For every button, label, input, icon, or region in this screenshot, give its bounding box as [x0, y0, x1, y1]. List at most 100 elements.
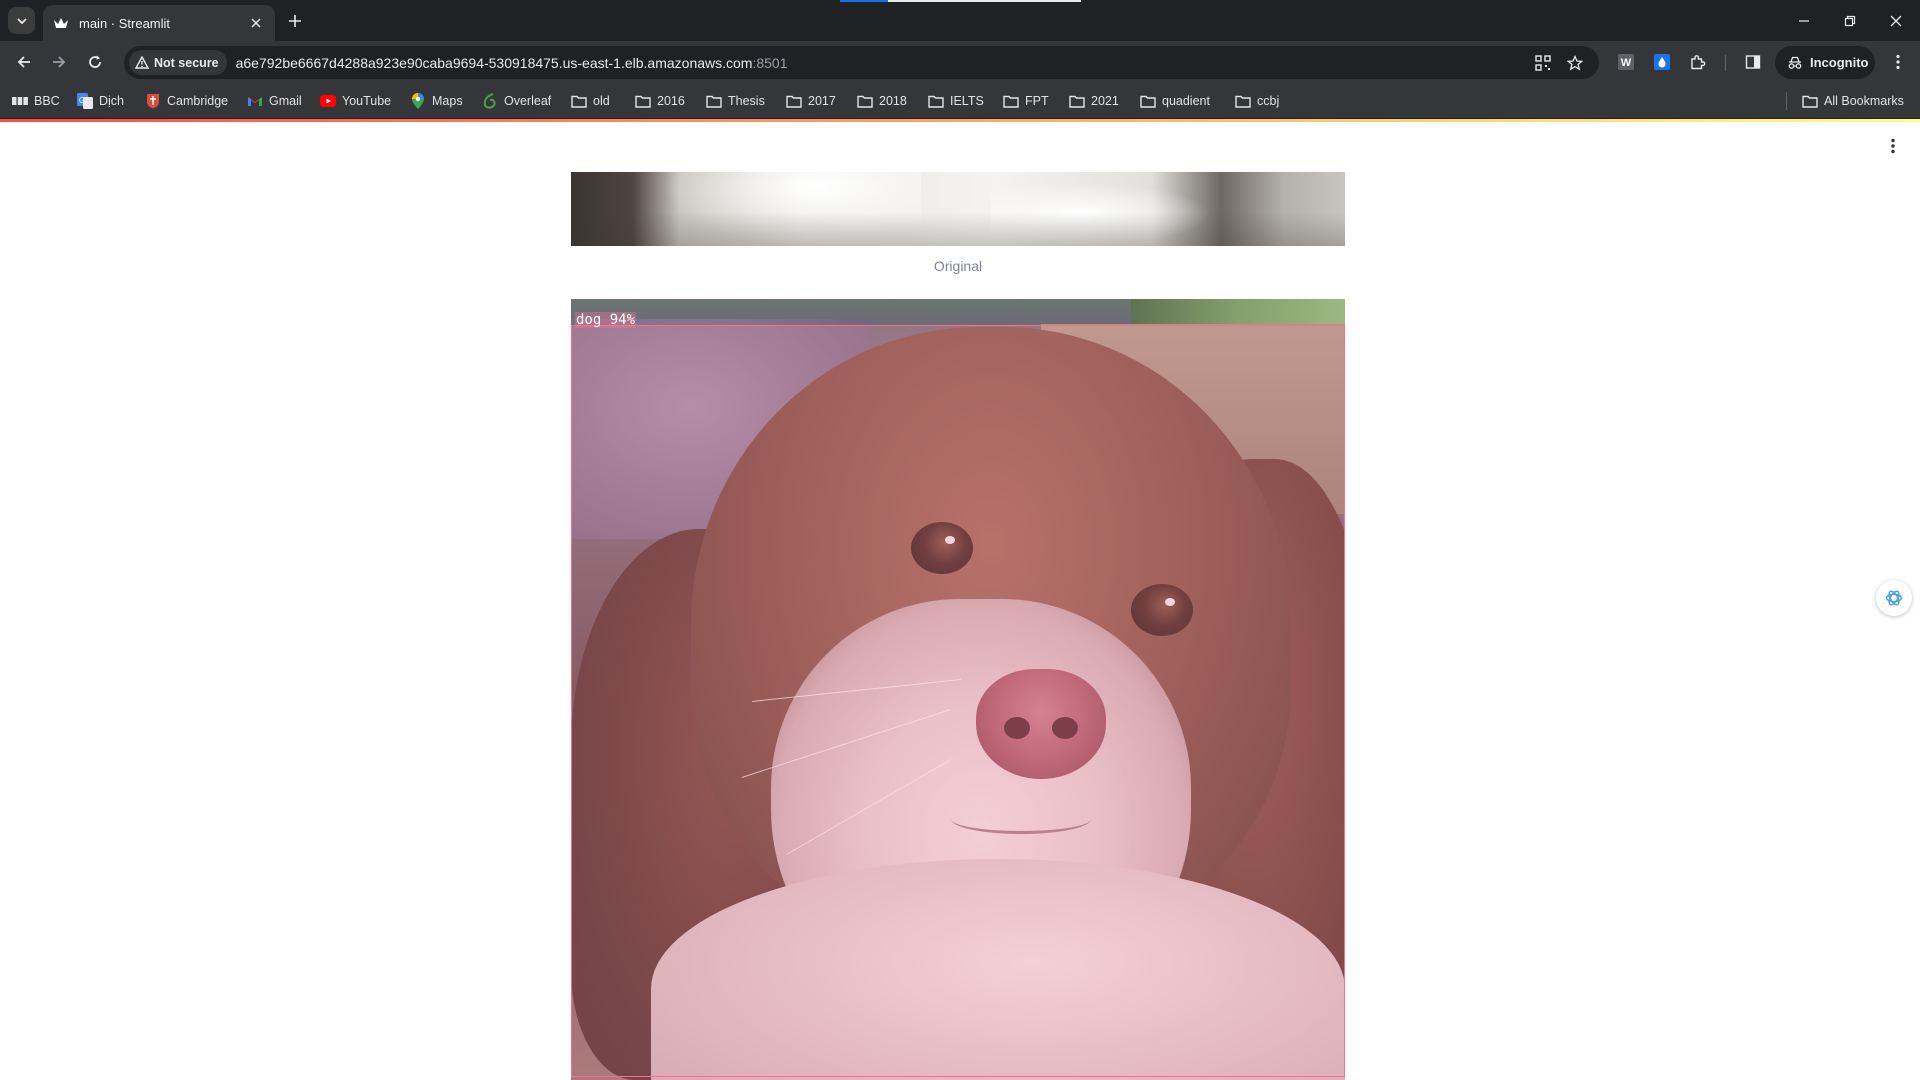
bookmark-cambridge[interactable]: Cambridge [145, 91, 228, 111]
bookmark-label: Gmail [269, 94, 302, 108]
security-label: Not secure [154, 55, 219, 70]
restore-icon [1844, 15, 1856, 26]
bookmark-folder-ielts[interactable]: IELTS [928, 91, 984, 111]
assistant-extension-button[interactable] [1876, 580, 1912, 616]
close-tab-icon[interactable] [247, 14, 265, 32]
youtube-icon [320, 93, 336, 109]
back-button[interactable] [11, 49, 37, 75]
bookmark-label: 2017 [808, 94, 836, 108]
bookmark-label: Cambridge [167, 94, 229, 108]
bookmarks-bar: BBC G Dịch Cambridge Gmail YouTube Maps … [0, 83, 1920, 119]
all-bookmarks-button[interactable]: All Bookmarks [1802, 91, 1904, 111]
bookmark-label: ccbj [1257, 94, 1280, 108]
bookmark-overleaf[interactable]: Overleaf [482, 91, 551, 111]
toolbar-separator [1725, 55, 1726, 71]
bookmark-folder-2021[interactable]: 2021 [1069, 91, 1119, 111]
address-bar[interactable]: Not secure a6e792be6667d4288a923e90caba9… [124, 46, 1599, 79]
forward-button[interactable] [46, 49, 72, 75]
all-bookmarks-label: All Bookmarks [1824, 94, 1904, 108]
tab-strip: main · Streamlit [0, 0, 1920, 41]
tab-search-button[interactable] [8, 7, 35, 34]
warning-triangle-icon [135, 56, 149, 69]
bookmark-gmail[interactable]: Gmail [247, 91, 302, 111]
kebab-menu-icon [1891, 138, 1895, 154]
bookmark-label: old [593, 94, 610, 108]
extensions-puzzle-icon[interactable] [1689, 53, 1707, 71]
droplet-extension-icon[interactable] [1653, 53, 1671, 71]
overleaf-icon [482, 93, 498, 109]
bookmark-label: quadient [1162, 94, 1210, 108]
reload-button[interactable] [82, 49, 108, 75]
incognito-label: Incognito [1810, 55, 1869, 70]
plus-icon [289, 15, 301, 27]
reload-icon [89, 55, 101, 68]
bookmark-folder-fpt[interactable]: FPT [1003, 91, 1049, 111]
url-text[interactable]: a6e792be6667d4288a923e90caba9694-5309184… [236, 55, 788, 71]
tab-strip-indicator-track [888, 0, 1081, 2]
bookmark-label: FPT [1025, 94, 1049, 108]
bookmark-label: Maps [432, 94, 463, 108]
minimize-window-button[interactable] [1781, 0, 1827, 41]
bookmark-folder-2016[interactable]: 2016 [635, 91, 685, 111]
gmail-icon [247, 93, 263, 109]
folder-icon [857, 93, 873, 109]
folder-icon [928, 93, 944, 109]
bookmark-label: IELTS [950, 94, 984, 108]
app-main-menu-button[interactable] [1883, 134, 1903, 158]
bookmark-maps[interactable]: Maps [410, 91, 463, 111]
bookmark-label: 2018 [879, 94, 907, 108]
folder-icon [706, 93, 722, 109]
bookmark-folder-old[interactable]: old [571, 91, 610, 111]
streamlit-app: Original dog 94% [0, 122, 1920, 1080]
bookmark-folder-quadient[interactable]: quadient [1140, 91, 1210, 111]
chevron-down-icon [16, 17, 27, 24]
folder-icon [1140, 93, 1156, 109]
original-image-caption: Original [933, 258, 983, 274]
folder-icon [571, 93, 587, 109]
maps-icon [410, 93, 426, 109]
bookmark-label: Overleaf [504, 94, 552, 108]
bookmark-label: 2016 [657, 94, 685, 108]
bookmark-folder-2018[interactable]: 2018 [857, 91, 907, 111]
bookmark-youtube[interactable]: YouTube [320, 91, 391, 111]
tab-title: main · Streamlit [79, 15, 171, 31]
restore-window-button[interactable] [1827, 0, 1873, 41]
folder-icon [1235, 93, 1251, 109]
browser-menu-icon[interactable] [1889, 53, 1907, 71]
bookmarks-separator [1786, 92, 1787, 110]
folder-icon [1802, 93, 1818, 109]
site-security-chip[interactable]: Not secure [129, 50, 227, 75]
side-panel-icon[interactable] [1744, 53, 1762, 71]
folder-icon [635, 93, 651, 109]
openai-logo-icon [1885, 590, 1903, 606]
w-extension-icon[interactable]: W [1617, 53, 1635, 71]
bookmark-bbc[interactable]: BBC [12, 91, 60, 111]
url-host: a6e792be6667d4288a923e90caba9694-5309184… [235, 54, 753, 71]
arrow-right-icon [53, 56, 66, 68]
bookmark-folder-ccbj[interactable]: ccbj [1235, 91, 1279, 111]
qr-code-icon[interactable] [1534, 54, 1552, 72]
tab-strip-indicator [840, 0, 888, 2]
close-window-button[interactable] [1873, 0, 1919, 41]
bookmark-folder-thesis[interactable]: Thesis [706, 91, 765, 111]
translate-icon: G [77, 93, 93, 109]
svg-text:G: G [79, 96, 85, 105]
browser-toolbar: Not secure a6e792be6667d4288a923e90caba9… [0, 41, 1920, 83]
bookmark-dich[interactable]: G Dịch [77, 91, 124, 111]
bookmark-label: BBC [34, 94, 60, 108]
folder-icon [1069, 93, 1085, 109]
image-region [571, 212, 1345, 246]
incognito-profile-button[interactable]: Incognito [1775, 46, 1875, 79]
incognito-icon [1788, 56, 1802, 69]
bookmark-star-icon[interactable] [1566, 54, 1584, 72]
bookmark-label: YouTube [342, 94, 392, 108]
bbc-icon [12, 93, 28, 109]
new-tab-button[interactable] [283, 9, 307, 33]
browser-tab-active[interactable]: main · Streamlit [43, 5, 275, 41]
minimize-icon [1799, 19, 1809, 22]
cambridge-icon [145, 93, 161, 109]
arrow-left-icon [17, 56, 30, 68]
bookmark-label: Dịch [99, 94, 125, 108]
original-image [571, 172, 1345, 246]
bookmark-folder-2017[interactable]: 2017 [786, 91, 836, 111]
